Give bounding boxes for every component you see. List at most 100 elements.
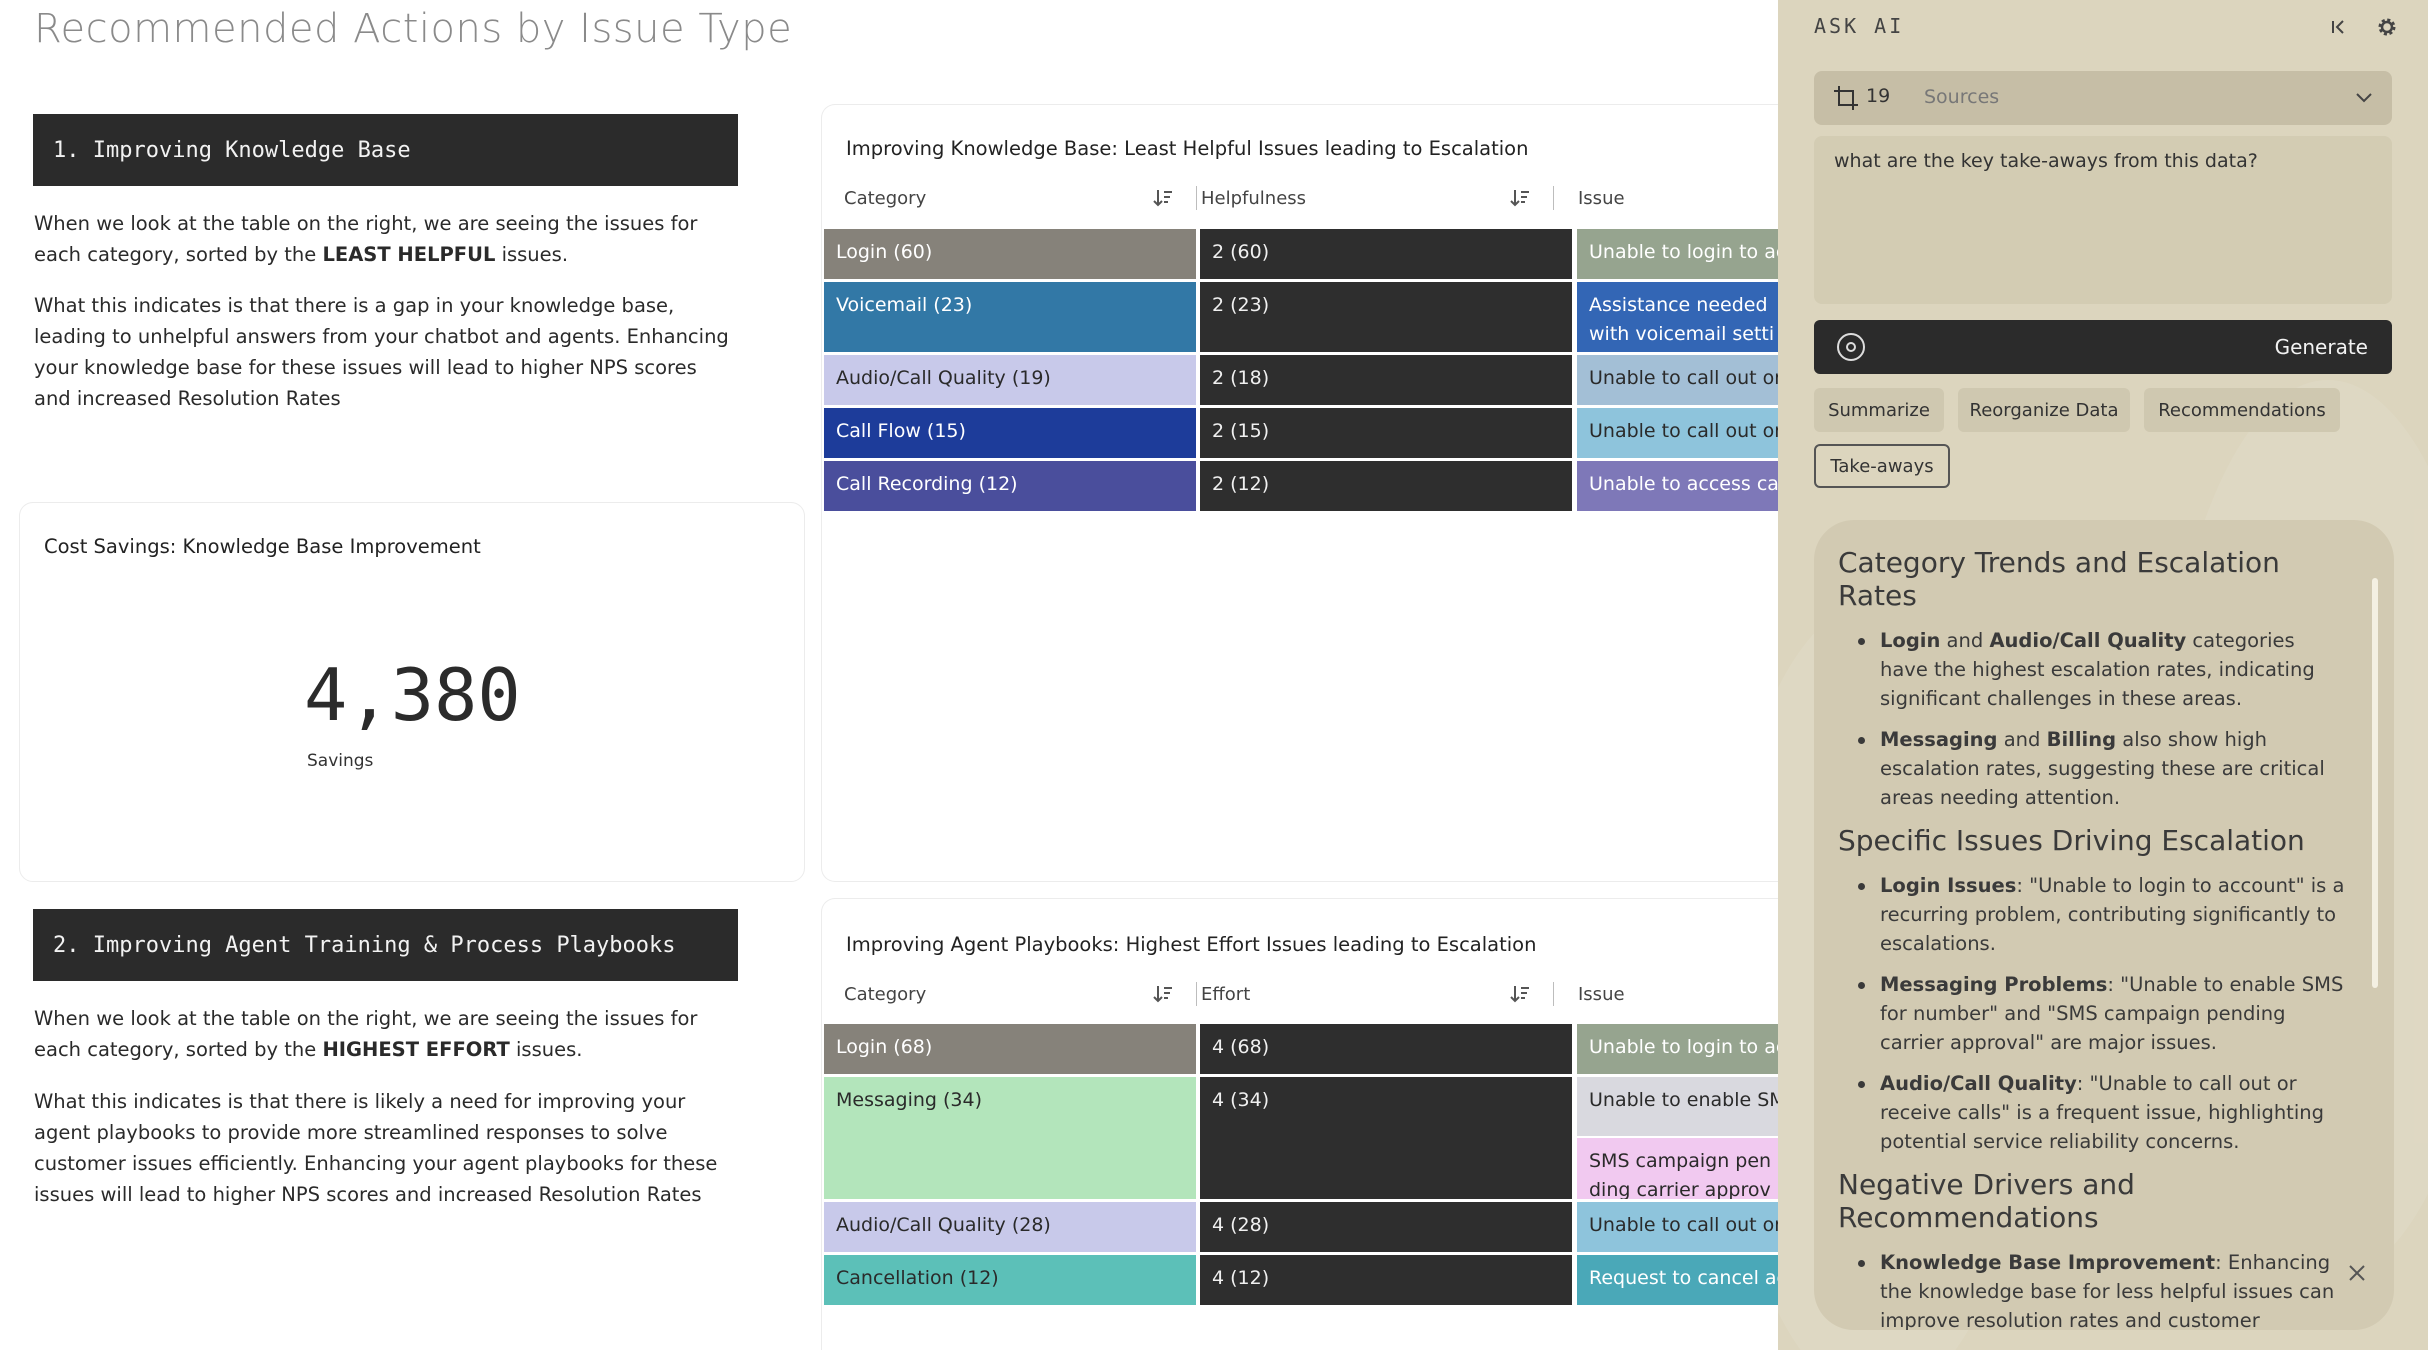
savings-card: Cost Savings: Knowledge Base Improvement… bbox=[19, 502, 805, 882]
issue-cell[interactable]: Unable to access call recordings bbox=[1577, 461, 1778, 511]
section1-paragraph-2: What this indicates is that there is a g… bbox=[34, 294, 729, 410]
savings-card-title: Cost Savings: Knowledge Base Improvement bbox=[44, 535, 481, 558]
metric-cell[interactable]: 4 (34) bbox=[1200, 1077, 1572, 1199]
result-heading-2: Specific Issues Driving Escalation bbox=[1838, 824, 2305, 857]
gear-icon[interactable] bbox=[2374, 14, 2400, 40]
generate-bar: Generate bbox=[1814, 320, 2392, 374]
take-aways-chip[interactable]: Take-aways bbox=[1814, 444, 1950, 488]
sort-icon[interactable] bbox=[1509, 983, 1531, 1005]
crop-frame-icon bbox=[1834, 86, 1858, 110]
category-cell[interactable]: Voicemail (23) bbox=[824, 282, 1196, 352]
section1-paragraph-1: When we look at the table on the right, … bbox=[34, 208, 734, 270]
metric-cell[interactable]: 2 (18) bbox=[1200, 355, 1572, 405]
column-header-helpfulness[interactable]: Helpfulness bbox=[1201, 178, 1306, 218]
section2-paragraph-1: When we look at the table on the right, … bbox=[34, 1003, 734, 1065]
category-cell[interactable]: Audio/Call Quality (28) bbox=[824, 1202, 1196, 1252]
summarize-chip[interactable]: Summarize bbox=[1814, 388, 1944, 432]
category-cell[interactable]: Messaging (34) bbox=[824, 1077, 1196, 1199]
bold: Login Issues bbox=[1880, 874, 2017, 897]
metric-cell[interactable]: 2 (23) bbox=[1200, 282, 1572, 352]
column-header-effort[interactable]: Effort bbox=[1201, 974, 1250, 1014]
text: and bbox=[1940, 629, 1990, 652]
text: issues. bbox=[509, 1038, 583, 1061]
collapse-panel-icon[interactable] bbox=[2326, 14, 2352, 40]
issue-cell[interactable]: Unable to call out or receive calls bbox=[1577, 408, 1778, 458]
category-cell[interactable]: Login (60) bbox=[824, 229, 1196, 279]
prompt-input[interactable]: what are the key take-aways from this da… bbox=[1814, 136, 2392, 304]
generate-button[interactable]: Generate bbox=[2275, 335, 2368, 359]
result-heading-1: Category Trends and Escalation Rates bbox=[1838, 546, 2280, 612]
metric-cell[interactable]: 4 (28) bbox=[1200, 1202, 1572, 1252]
result-list-2: Login Issues: "Unable to login to accoun… bbox=[1838, 871, 2348, 1156]
metric-cell[interactable]: 4 (12) bbox=[1200, 1255, 1572, 1305]
column-divider bbox=[1196, 982, 1197, 1006]
result-scrollbar[interactable] bbox=[2372, 578, 2378, 988]
sort-icon[interactable] bbox=[1152, 187, 1174, 209]
recommendations-chip[interactable]: Recommendations bbox=[2144, 388, 2340, 432]
sources-dropdown[interactable]: 19 Sources bbox=[1814, 71, 2392, 125]
savings-value: 4,380 bbox=[304, 653, 521, 737]
category-cell[interactable]: Call Flow (15) bbox=[824, 408, 1196, 458]
column-header-issue[interactable]: Issue bbox=[1578, 178, 1625, 218]
column-header-category[interactable]: Category bbox=[844, 974, 926, 1014]
bold: Messaging Problems bbox=[1880, 973, 2108, 996]
category-cell[interactable]: Login (68) bbox=[824, 1024, 1196, 1074]
ask-ai-title: ASK AI bbox=[1814, 14, 1905, 38]
category-cell[interactable]: Call Recording (12) bbox=[824, 461, 1196, 511]
category-cell[interactable]: Cancellation (12) bbox=[824, 1255, 1196, 1305]
column-divider bbox=[1196, 186, 1197, 210]
metric-cell[interactable]: 2 (60) bbox=[1200, 229, 1572, 279]
issue-cell[interactable]: SMS campaign pending carrier approval bbox=[1577, 1138, 1778, 1199]
issue-cell[interactable]: Unable to call out or receive calls bbox=[1577, 1202, 1778, 1252]
sort-icon[interactable] bbox=[1152, 983, 1174, 1005]
issue-cell[interactable]: Unable to enable SMS for number bbox=[1577, 1077, 1778, 1136]
bold: Audio/Call Quality bbox=[1989, 629, 2187, 652]
text: issues. bbox=[495, 243, 569, 266]
table2-title: Improving Agent Playbooks: Highest Effor… bbox=[846, 933, 1537, 956]
record-icon[interactable] bbox=[1836, 332, 1866, 362]
section-header-agent-training: 2. Improving Agent Training & Process Pl… bbox=[33, 909, 738, 981]
savings-caption: Savings bbox=[307, 751, 374, 771]
ai-result-card: Category Trends and Escalation Rates Log… bbox=[1814, 520, 2394, 1330]
issue-cell[interactable]: Assistance needed with voicemail setting… bbox=[1577, 282, 1778, 352]
prompt-text: what are the key take-aways from this da… bbox=[1834, 150, 2258, 172]
section-header-knowledge-base: 1. Improving Knowledge Base bbox=[33, 114, 738, 186]
ask-ai-panel: ASK AI 19 Sources what are the key take-… bbox=[1778, 0, 2428, 1350]
metric-cell[interactable]: 4 (68) bbox=[1200, 1024, 1572, 1074]
close-icon[interactable] bbox=[2344, 1260, 2370, 1286]
result-bullet: Login Issues: "Unable to login to accoun… bbox=[1838, 871, 2348, 958]
issue-cell[interactable]: Unable to call out or receive calls bbox=[1577, 355, 1778, 405]
ai-result-content: Category Trends and Escalation Rates Log… bbox=[1838, 542, 2348, 1330]
result-bullet: Messaging and Billing also show high esc… bbox=[1838, 725, 2348, 812]
section2-paragraph-2: What this indicates is that there is lik… bbox=[34, 1090, 718, 1206]
metric-cell[interactable]: 2 (15) bbox=[1200, 408, 1572, 458]
table1-title: Improving Knowledge Base: Least Helpful … bbox=[846, 137, 1529, 160]
result-list-3: Knowledge Base Improvement: Enhancing th… bbox=[1838, 1248, 2348, 1330]
column-divider bbox=[1553, 982, 1554, 1006]
section-header-text: 2. Improving Agent Training & Process Pl… bbox=[53, 932, 676, 958]
issue-cell[interactable]: Unable to login to account bbox=[1577, 1024, 1778, 1074]
emphasis: HIGHEST EFFORT bbox=[322, 1038, 510, 1061]
bold: Knowledge Base Improvement bbox=[1880, 1251, 2216, 1274]
category-cell[interactable]: Audio/Call Quality (19) bbox=[824, 355, 1196, 405]
bold: Messaging bbox=[1880, 728, 1998, 751]
metric-cell[interactable]: 2 (12) bbox=[1200, 461, 1572, 511]
reorganize-data-chip[interactable]: Reorganize Data bbox=[1958, 388, 2130, 432]
issue-cell[interactable]: Unable to login to account bbox=[1577, 229, 1778, 279]
result-list-1: Login and Audio/Call Quality categories … bbox=[1838, 626, 2348, 812]
page-title: Recommended Actions by Issue Type bbox=[34, 6, 793, 52]
bold: Login bbox=[1880, 629, 1941, 652]
text: and bbox=[1997, 728, 2047, 751]
result-bullet: Login and Audio/Call Quality categories … bbox=[1838, 626, 2348, 713]
result-bullet: Messaging Problems: "Unable to enable SM… bbox=[1838, 970, 2348, 1057]
column-header-category[interactable]: Category bbox=[844, 178, 926, 218]
chevron-down-icon bbox=[2356, 93, 2372, 103]
column-header-issue[interactable]: Issue bbox=[1578, 974, 1625, 1014]
emphasis: LEAST HELPFUL bbox=[322, 243, 496, 266]
section-header-text: 1. Improving Knowledge Base bbox=[53, 137, 411, 163]
issue-cell[interactable]: Request to cancel account bbox=[1577, 1255, 1778, 1305]
bold: Audio/Call Quality bbox=[1880, 1072, 2077, 1095]
bold: Billing bbox=[2046, 728, 2117, 751]
sort-icon[interactable] bbox=[1509, 187, 1531, 209]
column-divider bbox=[1553, 186, 1554, 210]
